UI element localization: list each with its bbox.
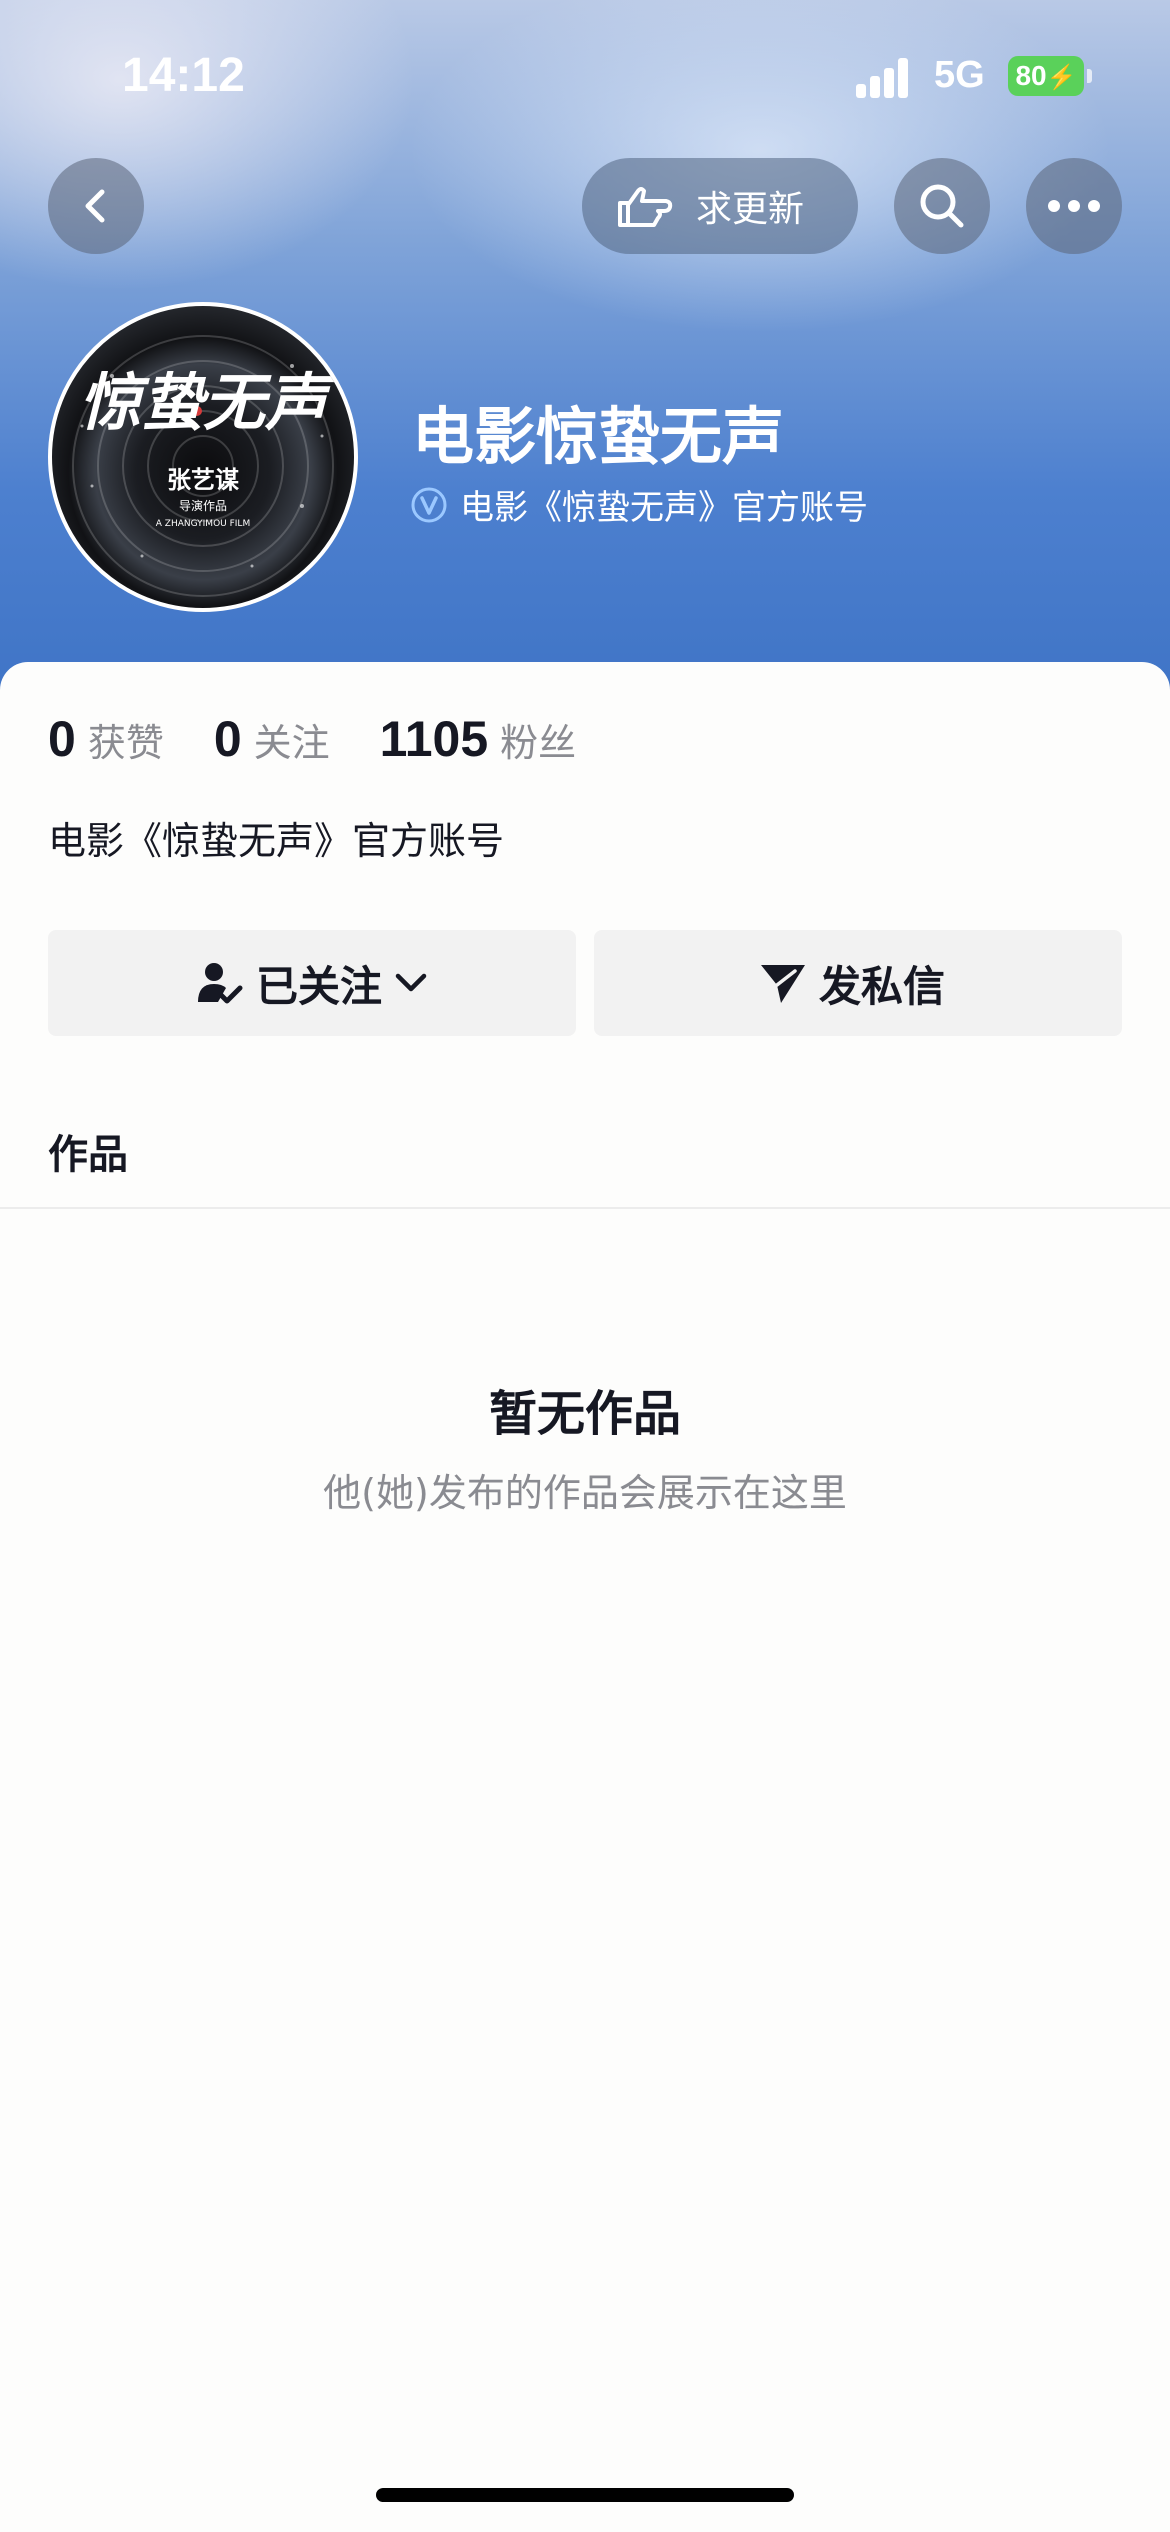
stat-followers[interactable]: 1105 粉丝 — [380, 710, 577, 768]
message-button[interactable]: 发私信 — [594, 930, 1122, 1036]
chevron-left-icon — [85, 189, 105, 223]
battery-level: 80 — [1015, 60, 1047, 91]
avatar-title: 惊蛰无声 — [79, 366, 336, 439]
profile-content: 0 获赞 0 关注 1105 粉丝 电影《惊蛰无声》官方账号 已关注 发私信 作… — [0, 662, 1170, 2532]
more-dots-icon — [1048, 200, 1100, 212]
send-message-icon — [760, 965, 805, 1003]
request-update-label: 求更新 — [696, 189, 805, 230]
signal-icon — [856, 58, 916, 98]
avatar-director: 张艺谋 — [167, 466, 240, 494]
avatar[interactable]: 惊蛰无声 张艺谋 导演作品 A ZHANGYIMOU FILM — [48, 302, 358, 612]
stat-following[interactable]: 0 关注 — [214, 710, 330, 768]
stats-row: 0 获赞 0 关注 1105 粉丝 — [48, 710, 626, 768]
stat-following-count: 0 — [213, 711, 242, 767]
stat-likes[interactable]: 0 获赞 — [48, 710, 164, 768]
status-time: 14:12 — [122, 49, 245, 102]
stat-followers-count: 1105 — [379, 711, 489, 767]
avatar-english: A ZHANGYIMOU FILM — [156, 519, 250, 529]
empty-state-description: 他(她)发布的作品会展示在这里 — [323, 1471, 847, 1515]
request-update-button[interactable]: 求更新 — [582, 158, 858, 254]
profile-name: 电影惊蛰无声 — [412, 400, 785, 473]
home-indicator[interactable] — [376, 2488, 794, 2502]
pointing-hand-icon — [618, 187, 673, 227]
empty-state-title: 暂无作品 — [488, 1386, 681, 1442]
profile-header: 14:12 5G 80⚡ 求更新 惊蛰无声 张艺谋 导演作品 A ZHANGYI… — [0, 0, 1170, 700]
user-check-icon — [197, 963, 243, 1004]
verified-icon — [411, 487, 447, 522]
search-icon — [920, 184, 964, 228]
avatar-poster-image: 惊蛰无声 张艺谋 导演作品 A ZHANGYIMOU FILM — [72, 335, 336, 597]
stat-likes-count: 0 — [48, 711, 76, 767]
stat-likes-label: 获赞 — [87, 721, 164, 765]
message-label: 发私信 — [818, 961, 945, 1011]
following-button[interactable]: 已关注 — [48, 930, 576, 1036]
battery-tip — [1087, 69, 1092, 83]
verification-row: 电影《惊蛰无声》官方账号 — [410, 480, 868, 529]
battery-icon: 80⚡ — [1008, 56, 1084, 96]
more-button[interactable] — [1026, 158, 1122, 254]
avatar-subtitle: 导演作品 — [179, 498, 227, 513]
tab-works[interactable]: 作品 — [48, 1122, 128, 1180]
stat-followers-label: 粉丝 — [500, 721, 577, 765]
chevron-down-icon — [395, 973, 427, 992]
following-label: 已关注 — [255, 961, 382, 1011]
status-bar: 14:12 5G 80⚡ — [0, 0, 1170, 140]
verification-text: 电影《惊蛰无声》官方账号 — [460, 488, 868, 528]
search-button[interactable] — [894, 158, 990, 254]
back-button[interactable] — [48, 158, 144, 254]
stat-following-label: 关注 — [253, 721, 330, 765]
tab-divider — [0, 1207, 1170, 1209]
network-type: 5G — [934, 54, 985, 96]
profile-bio: 电影《惊蛰无声》官方账号 — [48, 819, 505, 863]
